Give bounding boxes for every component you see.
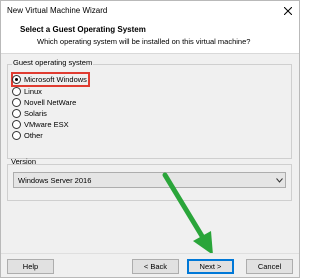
- radio-vmware-esx[interactable]: VMware ESX: [12, 119, 69, 130]
- radio-label: Other: [24, 131, 43, 140]
- cancel-button[interactable]: Cancel: [246, 259, 293, 274]
- radio-label: Solaris: [24, 109, 47, 118]
- guest-os-group-label: Guest operating system: [12, 58, 94, 67]
- help-button[interactable]: Help: [7, 259, 54, 274]
- title-bar: New Virtual Machine Wizard: [1, 1, 299, 20]
- radio-label: Linux: [24, 87, 42, 96]
- page-title: Select a Guest Operating System: [20, 25, 146, 34]
- wizard-footer: Help < Back Next > Cancel: [1, 253, 299, 277]
- version-selected-value: Windows Server 2016: [18, 175, 92, 185]
- guest-os-group: Guest operating system Microsoft Windows…: [7, 58, 292, 159]
- wizard-window: New Virtual Machine Wizard Select a Gues…: [0, 0, 300, 278]
- radio-other[interactable]: Other: [12, 130, 43, 141]
- chevron-down-icon[interactable]: [273, 177, 285, 183]
- radio-button[interactable]: [12, 98, 21, 107]
- page-subtitle: Which operating system will be installed…: [37, 37, 251, 46]
- version-group: Windows Server 2016: [7, 164, 292, 201]
- radio-label: Microsoft Windows: [24, 75, 87, 84]
- close-button[interactable]: [281, 4, 295, 17]
- radio-button[interactable]: [12, 120, 21, 129]
- version-dropdown[interactable]: Windows Server 2016: [13, 172, 286, 188]
- wizard-content: Guest operating system Microsoft Windows…: [1, 55, 299, 253]
- radio-button[interactable]: [12, 87, 21, 96]
- window-title: New Virtual Machine Wizard: [7, 6, 108, 15]
- radio-linux[interactable]: Linux: [12, 86, 42, 97]
- radio-microsoft-windows[interactable]: Microsoft Windows: [12, 74, 87, 85]
- radio-button[interactable]: [12, 131, 21, 140]
- radio-solaris[interactable]: Solaris: [12, 108, 47, 119]
- radio-button-checked[interactable]: [12, 75, 21, 84]
- radio-novell-netware[interactable]: Novell NetWare: [12, 97, 76, 108]
- radio-label: VMware ESX: [24, 120, 69, 129]
- radio-button[interactable]: [12, 109, 21, 118]
- close-icon: [284, 6, 292, 15]
- back-button[interactable]: < Back: [132, 259, 179, 274]
- wizard-header: Select a Guest Operating System Which op…: [1, 20, 299, 54]
- next-button[interactable]: Next >: [187, 259, 234, 274]
- radio-label: Novell NetWare: [24, 98, 77, 107]
